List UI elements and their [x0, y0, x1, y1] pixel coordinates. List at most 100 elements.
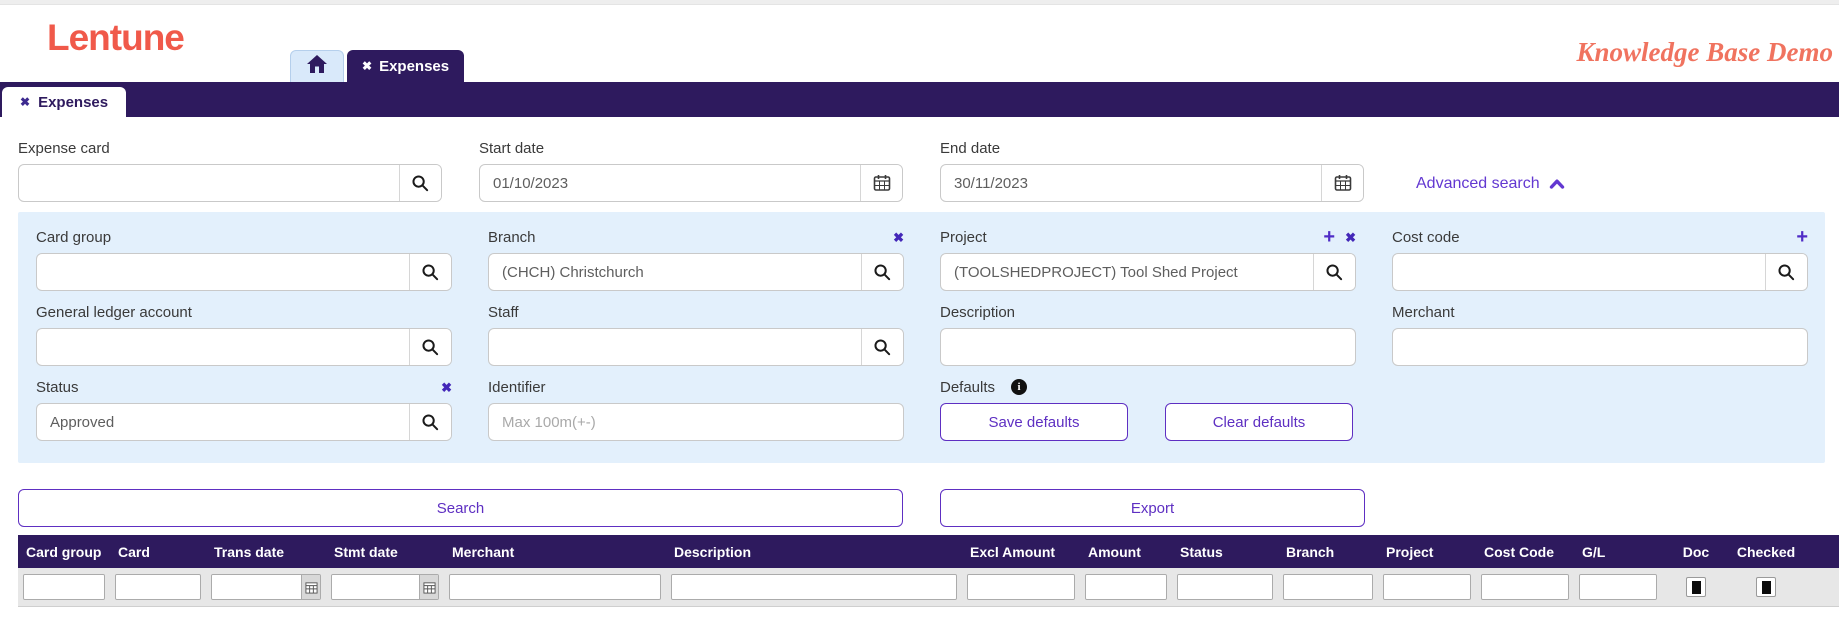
branch-clear-icon[interactable]: ✖: [893, 231, 904, 244]
general-ledger-account-search-button[interactable]: [409, 329, 451, 365]
chevron-up-icon: [1549, 179, 1564, 189]
trans-date-filter-calendar-button[interactable]: [301, 575, 320, 599]
column-header-card-group[interactable]: Card group: [18, 544, 110, 560]
project-filter-input[interactable]: [1384, 575, 1470, 599]
column-header-branch[interactable]: Branch: [1278, 544, 1378, 560]
column-header-amount[interactable]: Amount: [1080, 544, 1172, 560]
card-group-label: Card group: [36, 228, 112, 246]
status-clear-icon[interactable]: ✖: [441, 381, 452, 394]
excl-amount-filter-input[interactable]: [968, 575, 1074, 599]
field-staff: Staff: [488, 303, 904, 366]
end-date-input[interactable]: [941, 165, 1321, 201]
column-header-description[interactable]: Description: [666, 544, 962, 560]
branch-search-button[interactable]: [861, 254, 903, 290]
field-status: Status ✖: [36, 378, 452, 441]
filter-cell-amount: [1080, 574, 1172, 600]
search-button[interactable]: Search: [18, 489, 903, 527]
column-header-cost-code[interactable]: Cost Code: [1476, 544, 1574, 560]
tab-home[interactable]: [290, 50, 344, 82]
column-header-trans-date[interactable]: Trans date: [206, 544, 326, 560]
card-group-input[interactable]: [37, 254, 409, 290]
filter-cell-trans-date: [206, 574, 326, 600]
advanced-search-label: Advanced search: [1416, 175, 1540, 192]
branch-input[interactable]: [489, 254, 861, 290]
field-cost-code: Cost code +: [1392, 227, 1808, 291]
general-ledger-account-input[interactable]: [37, 329, 409, 365]
knowledge-base-demo-text: Knowledge Base Demo: [1576, 37, 1834, 67]
page-tab-expenses[interactable]: ✖ Expenses: [2, 87, 127, 117]
status-search-button[interactable]: [409, 404, 451, 440]
field-start-date: Start date: [479, 139, 903, 202]
save-defaults-button[interactable]: Save defaults: [940, 403, 1128, 441]
cost-code-filter-input[interactable]: [1482, 575, 1568, 599]
info-icon[interactable]: i: [1011, 379, 1028, 395]
project-add-icon[interactable]: +: [1323, 227, 1335, 247]
column-header-card[interactable]: Card: [110, 544, 206, 560]
search-icon: [874, 338, 891, 355]
end-date-calendar-button[interactable]: [1321, 165, 1363, 201]
tab-expenses-label: Expenses: [379, 57, 450, 75]
merchant-label: Merchant: [1392, 303, 1455, 321]
description-filter-input[interactable]: [672, 575, 956, 599]
stmt-date-filter-calendar-button[interactable]: [419, 575, 438, 599]
search-icon: [422, 263, 439, 280]
column-header-gl[interactable]: G/L: [1574, 544, 1662, 560]
checked-filter-toggle[interactable]: [1756, 577, 1776, 597]
trans-date-filter-input[interactable]: [212, 575, 301, 599]
column-header-merchant[interactable]: Merchant: [444, 544, 666, 560]
card-group-filter-input[interactable]: [24, 575, 104, 599]
status-filter-input[interactable]: [1178, 575, 1272, 599]
column-header-stmt-date[interactable]: Stmt date: [326, 544, 444, 560]
amount-filter-input[interactable]: [1086, 575, 1166, 599]
tab-expenses[interactable]: ✖ Expenses: [347, 50, 465, 82]
defaults-label: Defaults: [940, 378, 996, 396]
gl-filter-input[interactable]: [1580, 575, 1656, 599]
doc-toggle-icon: [1691, 580, 1701, 594]
calendar-icon: [873, 175, 890, 191]
column-header-checked[interactable]: Checked: [1730, 544, 1802, 560]
identifier-input[interactable]: [488, 403, 904, 441]
staff-input[interactable]: [489, 329, 861, 365]
calendar-icon: [1334, 175, 1351, 191]
column-header-project[interactable]: Project: [1378, 544, 1476, 560]
stmt-date-filter-input[interactable]: [332, 575, 419, 599]
staff-search-button[interactable]: [861, 329, 903, 365]
start-date-calendar-button[interactable]: [860, 165, 902, 201]
cost-code-input[interactable]: [1393, 254, 1765, 290]
expense-card-input[interactable]: [19, 165, 399, 201]
advanced-search-panel: Card group Branch ✖ (CHCH) Christchurch …: [18, 212, 1825, 463]
results-filter-row: [18, 568, 1839, 607]
description-input[interactable]: [940, 328, 1356, 366]
doc-filter-toggle[interactable]: [1686, 577, 1706, 597]
field-card-group: Card group: [36, 228, 452, 291]
project-clear-icon[interactable]: ✖: [1345, 231, 1356, 244]
close-page-tab-icon[interactable]: ✖: [20, 95, 30, 109]
end-date-label: End date: [940, 139, 1001, 157]
advanced-search-link[interactable]: Advanced search: [1416, 175, 1565, 193]
status-input[interactable]: [37, 404, 409, 440]
filter-cell-merchant: [444, 574, 666, 600]
description-label: Description: [940, 303, 1016, 321]
column-header-excl-amount[interactable]: Excl Amount: [962, 544, 1080, 560]
merchant-input[interactable]: [1392, 328, 1808, 366]
start-date-input[interactable]: [480, 165, 860, 201]
calendar-mini-icon: [304, 581, 318, 594]
export-button[interactable]: Export: [940, 489, 1365, 527]
column-header-doc[interactable]: Doc: [1662, 544, 1730, 560]
cost-code-search-button[interactable]: [1765, 254, 1807, 290]
close-tab-icon[interactable]: ✖: [362, 59, 372, 73]
expense-card-search-button[interactable]: [399, 165, 441, 201]
card-group-search-button[interactable]: [409, 254, 451, 290]
start-date-label: Start date: [479, 139, 545, 157]
project-label: Project: [940, 228, 987, 246]
merchant-filter-input[interactable]: [450, 575, 660, 599]
card-filter-input[interactable]: [116, 575, 200, 599]
project-search-button[interactable]: [1313, 254, 1355, 290]
clear-defaults-button[interactable]: Clear defaults: [1165, 403, 1353, 441]
branch-filter-input[interactable]: [1284, 575, 1372, 599]
field-general-ledger-account: General ledger account: [36, 303, 452, 366]
column-header-status[interactable]: Status: [1172, 544, 1278, 560]
project-input[interactable]: [941, 254, 1313, 290]
cost-code-add-icon[interactable]: +: [1796, 227, 1808, 247]
field-expense-card: Expense card: [18, 139, 442, 202]
